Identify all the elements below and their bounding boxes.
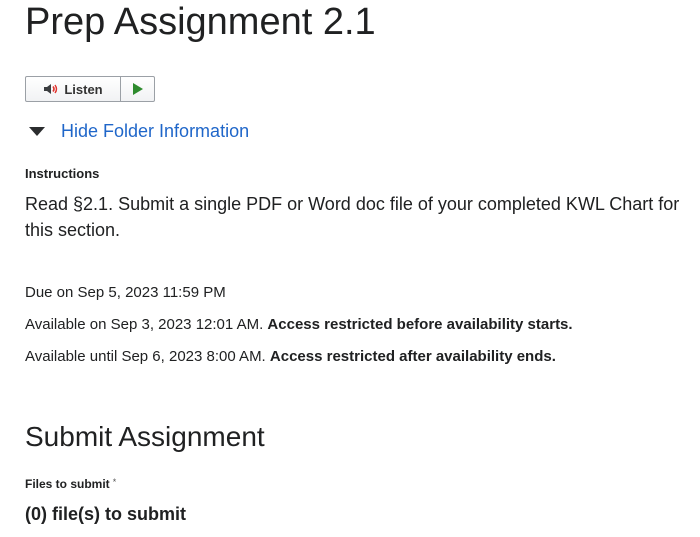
files-to-submit-count: (0) file(s) to submit xyxy=(25,504,186,524)
page-title: Prep Assignment 2.1 xyxy=(25,1,376,43)
instructions-text: Read §2.1. Submit a single PDF or Word d… xyxy=(25,194,680,240)
files-to-submit-label: Files to submit * xyxy=(25,477,116,491)
files-to-submit-text: Files to submit xyxy=(25,477,110,491)
required-marker: * xyxy=(112,477,117,487)
availability-end-text: Available until Sep 6, 2023 8:00 AM. xyxy=(25,348,266,365)
listen-widget: Listen xyxy=(25,76,155,102)
availability-start: Available on Sep 3, 2023 12:01 AM. Acces… xyxy=(25,316,573,333)
play-icon xyxy=(133,83,143,95)
submit-assignment-heading: Submit Assignment xyxy=(25,421,265,452)
listen-label: Listen xyxy=(64,81,103,97)
hide-folder-information-toggle[interactable]: Hide Folder Information xyxy=(29,119,249,143)
availability-start-text: Available on Sep 3, 2023 12:01 AM. xyxy=(25,316,264,333)
caret-down-icon xyxy=(29,127,45,136)
listen-button[interactable]: Listen xyxy=(26,77,121,101)
due-date: Due on Sep 5, 2023 11:59 PM xyxy=(25,284,226,301)
availability-end: Available until Sep 6, 2023 8:00 AM. Acc… xyxy=(25,348,556,365)
speaker-icon xyxy=(43,82,59,96)
hide-folder-information-link[interactable]: Hide Folder Information xyxy=(61,119,249,143)
availability-end-note: Access restricted after availability end… xyxy=(269,348,556,365)
due-date-text: Due on Sep 5, 2023 11:59 PM xyxy=(25,284,226,301)
play-button[interactable] xyxy=(121,77,154,101)
availability-start-note: Access restricted before availability st… xyxy=(267,316,573,333)
instructions-label: Instructions xyxy=(25,166,100,181)
